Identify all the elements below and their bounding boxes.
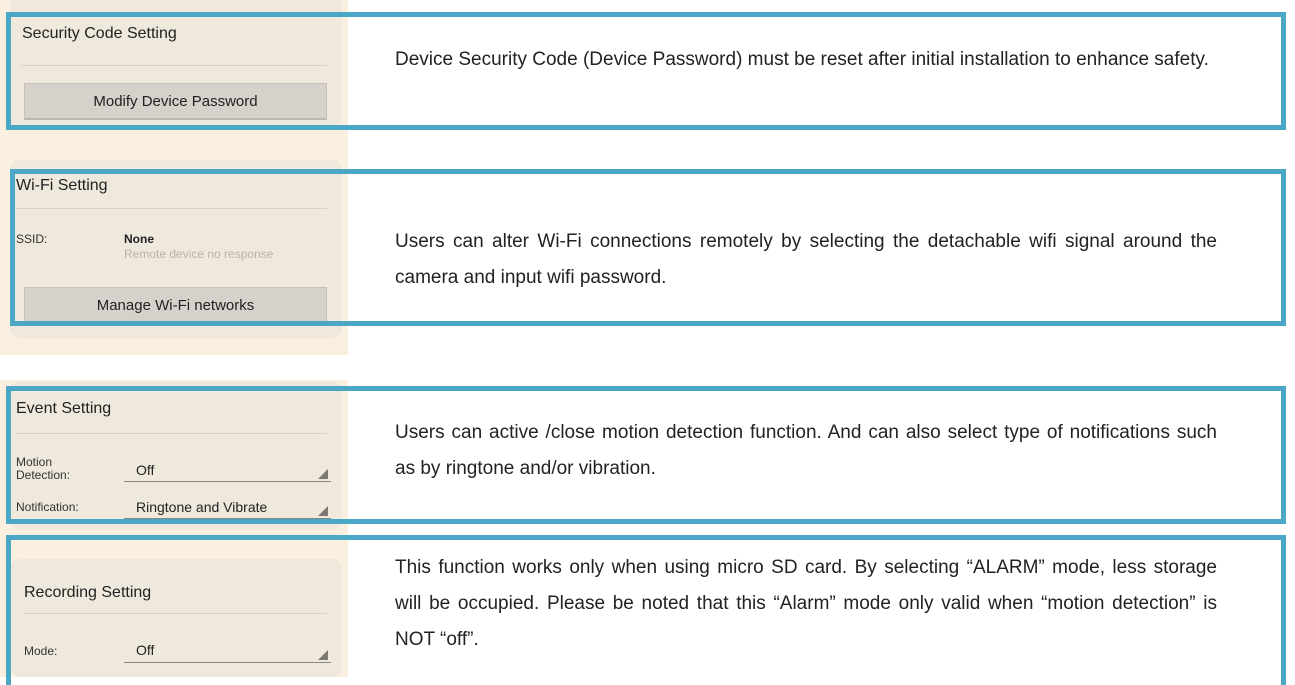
event-description: Users can active /close motion detection… [395,422,1217,479]
recording-description: This function works only when using micr… [395,557,1217,650]
wifi-description: Users can alter Wi-Fi connections remote… [395,231,1217,288]
security-description: Device Security Code (Device Password) m… [395,49,1209,70]
